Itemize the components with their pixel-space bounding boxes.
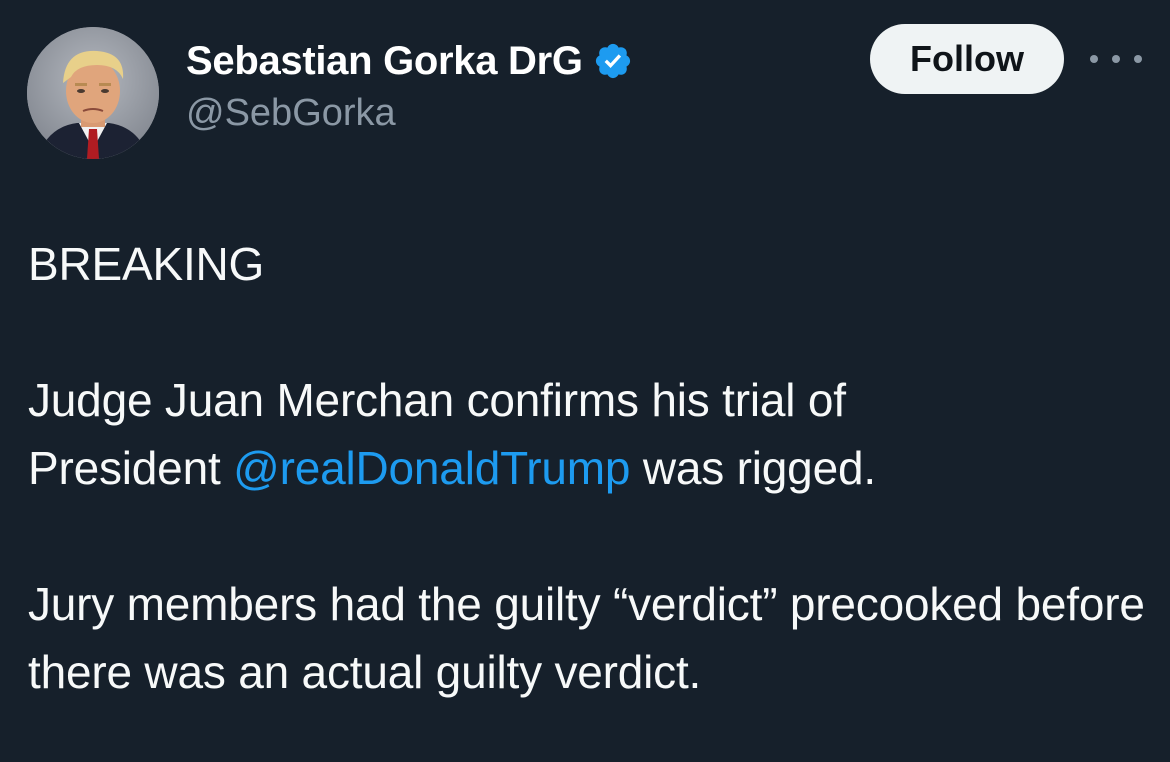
- author-handle[interactable]: @SebGorka: [186, 92, 396, 135]
- display-name[interactable]: Sebastian Gorka DrG: [186, 39, 583, 84]
- tweet-paragraph-3: Jury members had the guilty “verdict” pr…: [28, 578, 1145, 698]
- tweet-paragraph-2-part-1: Judge Juan Merchan confirms his trial of: [28, 374, 846, 426]
- author-name-row: Sebastian Gorka DrG: [186, 38, 633, 84]
- tweet-card: Sebastian Gorka DrG @SebGorka Follow BRE…: [0, 0, 1170, 762]
- mention-link[interactable]: @realDonaldTrump: [233, 442, 630, 494]
- verified-badge-icon: [593, 41, 633, 81]
- follow-button[interactable]: Follow: [870, 24, 1064, 94]
- avatar-image: [27, 27, 159, 159]
- tweet-paragraph-2-part-3: was rigged.: [630, 442, 876, 494]
- avatar[interactable]: [27, 27, 159, 159]
- tweet-paragraph-2-part-2: President: [28, 442, 234, 494]
- tweet-paragraph-2: Judge Juan Merchan confirms his trial of…: [28, 366, 1148, 502]
- tweet-line-breaking: BREAKING: [28, 238, 265, 290]
- tweet-text: BREAKING Judge Juan Merchan confirms his…: [28, 230, 1148, 706]
- more-horizontal-icon[interactable]: [1090, 44, 1142, 74]
